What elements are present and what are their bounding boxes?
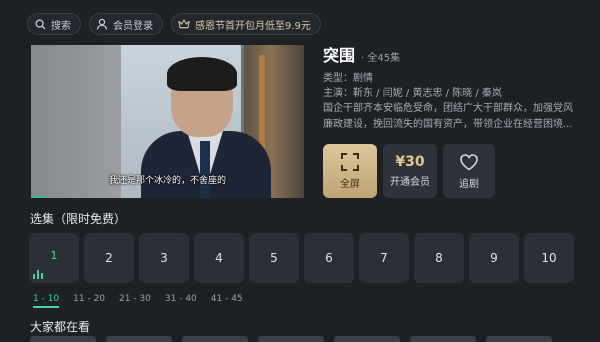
video-scene-hair [167,57,237,91]
promo-label: 感恩节首开包月低至9.9元 [195,20,311,32]
episodes-title: 选集（限时免费） [30,212,127,226]
top-bar: 搜索 会员登录 感恩节首开包月低至9.9元 [27,13,321,35]
search-button[interactable]: 搜索 [27,13,81,35]
episode-number: 6 [325,251,333,265]
episode-range-tabs: 1 - 10 11 - 20 21 - 30 31 - 40 41 - 45 [33,294,243,308]
vip-label: 开通会员 [390,177,430,188]
range-tab-21-30[interactable]: 21 - 30 [119,294,151,304]
member-login-button[interactable]: 会员登录 [89,13,163,35]
episode-number: 8 [435,251,443,265]
recommend-row [30,336,552,342]
range-tab-1-10[interactable]: 1 - 10 [33,294,60,308]
fullscreen-button[interactable]: 全屏 [323,144,377,198]
episode-count: · 全45集 [361,53,401,64]
follow-label: 追剧 [459,179,479,190]
episode-3[interactable]: 3 [139,233,189,283]
show-header: 突围 · 全45集 [323,42,400,66]
recommend-title: 大家都在看 [30,320,91,334]
video-scene-tie [200,141,210,198]
recommend-thumb[interactable] [106,336,172,342]
episode-8[interactable]: 8 [414,233,464,283]
show-description: 国企干部齐本安临危受命，团结广大干部群众，加强党风廉政建设，挽回流失的国有资产，… [323,103,573,130]
show-genre: 类型：剧情 [323,73,373,84]
recommend-thumb[interactable] [334,336,400,342]
promo-button[interactable]: 感恩节首开包月低至9.9元 [171,13,321,35]
fullscreen-icon [340,152,360,172]
episode-2[interactable]: 2 [84,233,134,283]
episode-number: 2 [105,251,113,265]
vip-button[interactable]: ¥30 开通会员 [383,144,437,198]
search-label: 搜索 [51,20,71,32]
episode-4[interactable]: 4 [194,233,244,283]
episode-5[interactable]: 5 [249,233,299,283]
episode-number: 1 [50,249,58,262]
recommend-thumb[interactable] [30,336,96,342]
range-tab-31-40[interactable]: 31 - 40 [165,294,197,304]
recommend-thumb[interactable] [258,336,324,342]
episode-number: 5 [270,251,278,265]
recommend-thumb[interactable] [486,336,552,342]
video-subtitle: 我还是那个冰冷的，不舍座的 [108,176,226,186]
member-login-label: 会员登录 [113,20,153,32]
episode-number: 3 [160,251,168,265]
recommend-thumb[interactable] [410,336,476,342]
heart-icon [459,152,479,172]
vip-price: ¥30 [395,154,425,170]
episode-number: 4 [215,251,223,265]
episode-1[interactable]: 1 [29,233,79,283]
episode-number: 9 [490,251,498,265]
range-tab-41-45[interactable]: 41 - 45 [211,294,243,304]
episode-7[interactable]: 7 [359,233,409,283]
episode-9[interactable]: 9 [469,233,519,283]
episode-number: 7 [380,251,388,265]
follow-button[interactable]: 追剧 [443,144,495,198]
range-tab-11-20[interactable]: 11 - 20 [73,294,105,304]
crown-icon [178,18,190,30]
search-icon [34,18,46,30]
user-icon [96,18,108,30]
video-progress-bar[interactable] [31,196,45,198]
episode-10[interactable]: 10 [524,233,574,283]
fullscreen-label: 全屏 [340,179,360,190]
episode-6[interactable]: 6 [304,233,354,283]
playing-icon [33,270,43,279]
video-player[interactable]: 我还是那个冰冷的，不舍座的 [31,45,304,198]
show-title: 突围 [323,46,356,65]
show-cast: 主演：靳东 / 闫妮 / 黄志忠 / 陈晓 / 秦岚 [323,88,502,99]
episode-number: 10 [541,251,557,265]
recommend-thumb[interactable] [182,336,248,342]
